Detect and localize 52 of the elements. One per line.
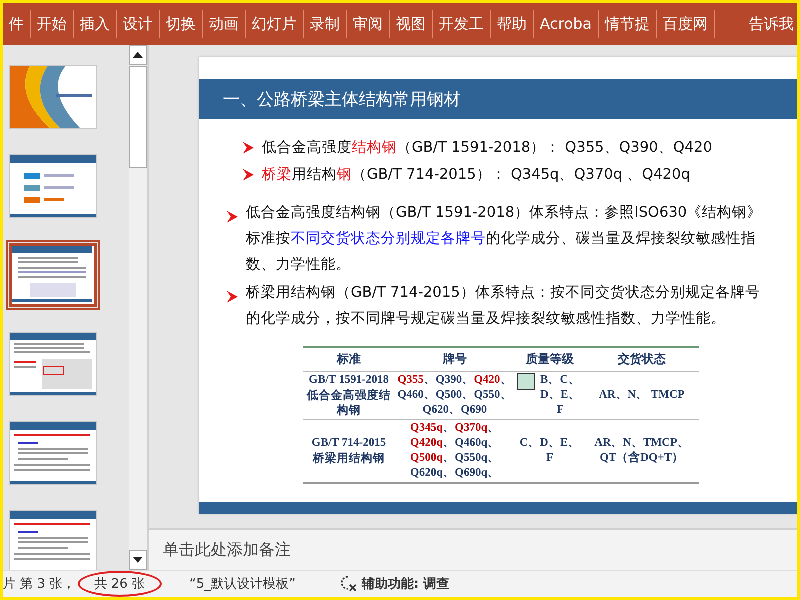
ribbon-tab[interactable]: 设计 bbox=[117, 10, 160, 38]
ribbon-tab[interactable]: 视图 bbox=[390, 10, 433, 38]
table-cell-text: B、C、D、E、F bbox=[540, 373, 582, 418]
column-header: 交货状态 bbox=[585, 348, 699, 372]
table-cell-text: Q345q、Q370q、 Q420q、Q460q、 Q500q、Q550q、Q620q、Q690q、 bbox=[409, 421, 501, 481]
arrow-bullet-icon bbox=[243, 142, 254, 154]
table-cell: GB/T 1591-2018 bbox=[309, 373, 389, 388]
notes-placeholder: 单击此处添加备注 bbox=[163, 540, 291, 560]
column-header: 牌号 bbox=[395, 348, 515, 372]
table-cell: Q355、Q390、Q420、Q460、Q500、Q550、Q620、Q690 bbox=[397, 373, 513, 418]
column-header: 质量等级 bbox=[515, 348, 585, 372]
slide-title: 一、公路桥梁主体结构常用钢材 bbox=[223, 88, 461, 110]
ribbon-tab[interactable]: 幻灯片 bbox=[246, 10, 304, 38]
table-cell-text: AR、N、TMCP、QT（含DQ+T） bbox=[594, 436, 690, 466]
theme-name: “5_默认设计模板” bbox=[190, 576, 296, 593]
accessibility-icon[interactable] bbox=[340, 575, 358, 593]
accessibility-status[interactable]: 辅助功能: 调查 bbox=[362, 575, 450, 593]
scroll-up-button[interactable] bbox=[129, 45, 147, 65]
slide-total: 共 26 张 bbox=[94, 576, 146, 593]
ribbon-tab[interactable]: 帮助 bbox=[491, 10, 534, 38]
up-triangle-icon bbox=[133, 52, 144, 58]
down-triangle-icon bbox=[133, 557, 144, 563]
notes-pane[interactable]: 单击此处添加备注 bbox=[149, 528, 797, 570]
ribbon-tab[interactable]: 开发工 bbox=[433, 10, 491, 38]
arrow-bullet-icon bbox=[227, 211, 238, 223]
ribbon-tab[interactable]: 动画 bbox=[203, 10, 246, 38]
ribbon-tab[interactable]: 插入 bbox=[74, 10, 117, 38]
ribbon-tab[interactable]: 切换 bbox=[160, 10, 203, 38]
scroll-down-button[interactable] bbox=[129, 550, 147, 570]
ribbon-tab[interactable]: 审阅 bbox=[347, 10, 390, 38]
ribbon-tab[interactable]: 情节提 bbox=[598, 10, 657, 38]
table-cell-text: 低合金高强度结构钢 bbox=[306, 388, 392, 418]
table-cell: GB/T 714-2015 bbox=[312, 436, 386, 451]
table-cell: 桥梁用结构钢 bbox=[312, 451, 385, 466]
ribbon-tab[interactable]: 开始 bbox=[31, 10, 74, 38]
paragraph-text: 桥梁用结构钢（GB/T 714-2015）体系特点：按不同交货状态分别规定各牌号的化学成分，按不同牌号规定碳当量及焊接裂纹敏感性指数、力学性能。 bbox=[246, 284, 762, 329]
ribbon-tab[interactable]: 百度网 bbox=[656, 10, 715, 38]
ribbon-tab[interactable]: 录制 bbox=[304, 10, 347, 38]
ribbon-tab[interactable]: Acroba bbox=[534, 10, 599, 38]
paragraph-text: 低合金高强度结构钢（GB/T 1591-2018）体系特点：参照ISO630《结构钢》标准按不同交货状态分别规定各牌号的化学成分、碳当量及焊接裂纹敏感性指数、力学性能。 bbox=[246, 204, 764, 275]
ribbon-tab[interactable]: 件 bbox=[3, 10, 31, 38]
column-header: 标准 bbox=[303, 348, 395, 372]
scrollbar[interactable] bbox=[129, 45, 147, 570]
arrow-bullet-icon bbox=[243, 169, 254, 181]
table-cell: AR、N、 TMCP bbox=[599, 388, 685, 403]
scroll-thumb[interactable] bbox=[129, 66, 147, 168]
bullet-text: 低合金高强度结构钢（GB/T 1591-2018）： Q355、Q390、Q420 bbox=[262, 138, 712, 158]
table-cell-text: C、D、E、F bbox=[518, 436, 582, 466]
slide-position: 片 第 3 张， bbox=[3, 576, 76, 593]
bullet-text: 桥梁用结构钢（GB/T 714-2015）： Q345q、Q370q 、Q420q bbox=[262, 166, 690, 185]
arrow-bullet-icon bbox=[227, 291, 238, 303]
tell-me-button[interactable]: 告诉我 bbox=[742, 10, 797, 38]
